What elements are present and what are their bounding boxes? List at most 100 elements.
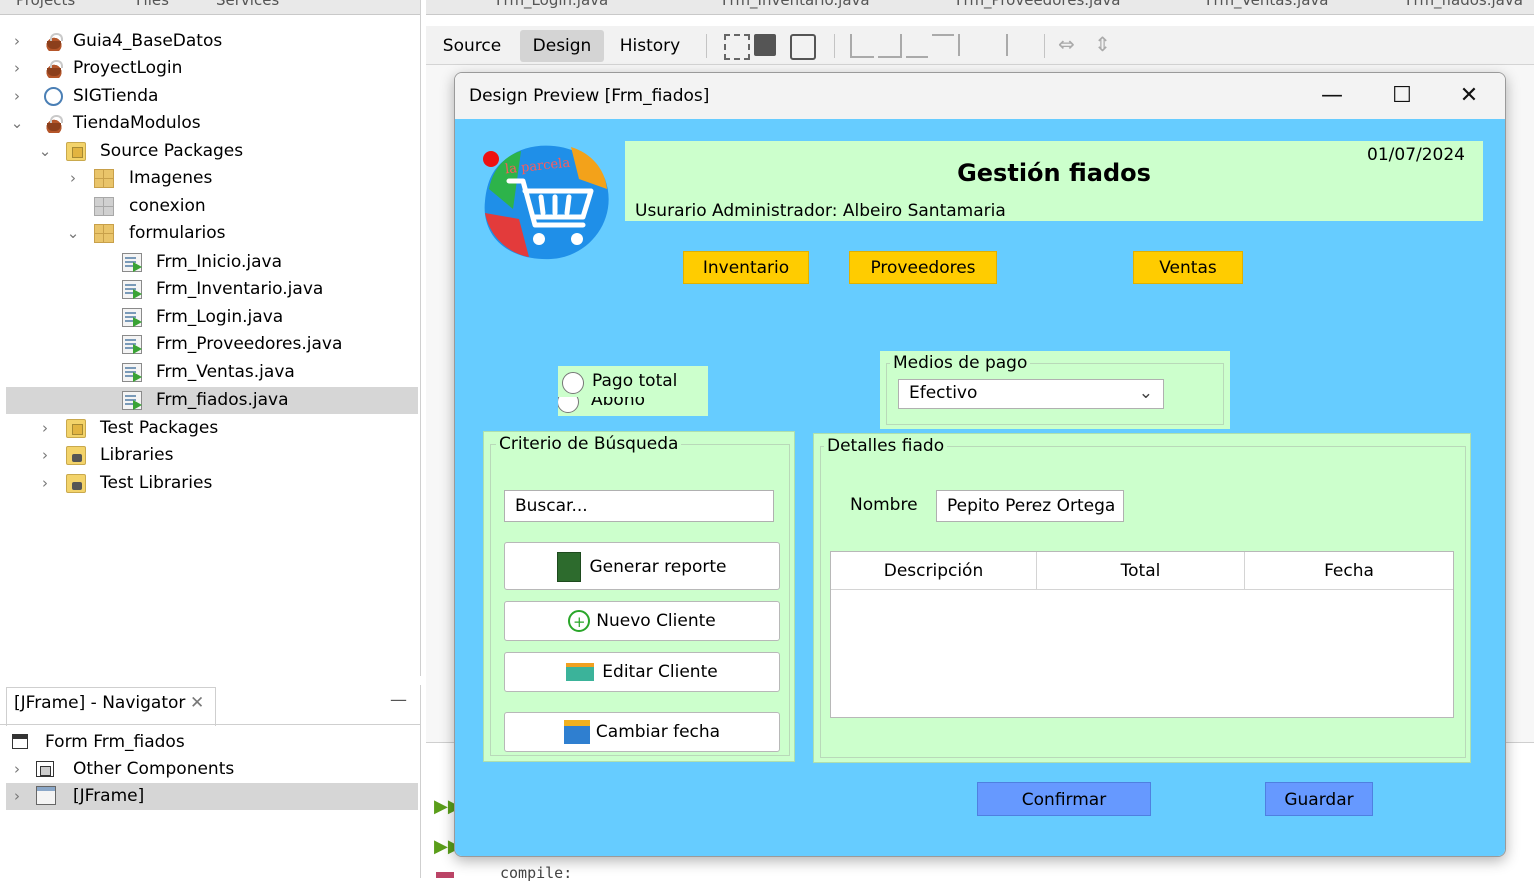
history-tab[interactable]: History bbox=[614, 30, 686, 62]
chevron-right-icon[interactable]: › bbox=[66, 165, 80, 192]
chevron-right-icon[interactable]: › bbox=[10, 28, 24, 55]
preview-design-icon[interactable] bbox=[790, 34, 816, 60]
save-button[interactable]: Guardar bbox=[1265, 782, 1373, 816]
align-left-icon[interactable] bbox=[850, 34, 874, 58]
loan-details-title: Detalles fiado bbox=[824, 436, 948, 456]
loan-details-group: Detalles fiado Nombre Pepito Perez Orteg… bbox=[813, 433, 1471, 763]
tree-item-source-packages[interactable]: ⌄ Source Packages bbox=[6, 138, 418, 165]
inventario-button[interactable]: Inventario bbox=[683, 251, 809, 284]
name-label: Nombre bbox=[850, 495, 918, 515]
selection-mode-icon[interactable] bbox=[724, 34, 750, 60]
tree-item-formularios[interactable]: ⌄ formularios bbox=[6, 220, 418, 247]
chevron-right-icon[interactable]: › bbox=[10, 83, 24, 110]
tree-item-test-packages[interactable]: › Test Packages bbox=[6, 415, 418, 442]
ventas-button[interactable]: Ventas bbox=[1133, 251, 1243, 284]
tree-label: Test Libraries bbox=[100, 473, 213, 493]
tree-item-proyectlogin[interactable]: › ProyectLogin bbox=[6, 55, 418, 82]
design-tab[interactable]: Design bbox=[520, 30, 604, 62]
tree-item-test-libraries[interactable]: › Test Libraries bbox=[6, 470, 418, 497]
align-center-icon[interactable] bbox=[906, 34, 928, 58]
search-criteria-group: Criterio de Búsqueda Buscar... Generar r… bbox=[483, 431, 795, 762]
new-client-button[interactable]: + Nuevo Cliente bbox=[504, 601, 780, 641]
name-field[interactable]: Pepito Perez Ortega bbox=[936, 490, 1124, 522]
radio-abono[interactable] bbox=[558, 397, 579, 413]
confirm-button[interactable]: Confirmar bbox=[977, 782, 1151, 816]
tree-item-frm-inventario[interactable]: Frm_Inventario.java bbox=[6, 276, 418, 303]
payment-method-select[interactable]: Efectivo ⌄ bbox=[898, 379, 1164, 409]
editor-tab[interactable]: Frm_fiados.java bbox=[1406, 0, 1523, 9]
column-header-description[interactable]: Descripción bbox=[831, 552, 1037, 590]
tree-item-frm-login[interactable]: Frm_Login.java bbox=[6, 304, 418, 331]
tree-item-frm-inicio[interactable]: Frm_Inicio.java bbox=[6, 249, 418, 276]
edit-client-button[interactable]: Editar Cliente bbox=[504, 652, 780, 692]
chevron-down-icon[interactable]: ⌄ bbox=[66, 220, 80, 247]
tree-item-conexion[interactable]: conexion bbox=[6, 193, 418, 220]
change-date-button[interactable]: Cambiar fecha bbox=[504, 712, 780, 752]
align-middle-icon[interactable] bbox=[984, 34, 1008, 56]
generate-report-button[interactable]: Generar reporte bbox=[504, 542, 780, 590]
horizontal-resize-icon[interactable]: ⇔ bbox=[1058, 32, 1075, 56]
tab-files[interactable]: Files bbox=[136, 0, 169, 9]
align-right-icon[interactable] bbox=[878, 34, 902, 58]
navigator-item-form[interactable]: Form Frm_fiados bbox=[6, 729, 418, 756]
connection-mode-icon[interactable] bbox=[754, 34, 776, 56]
abono-option[interactable]: Abono bbox=[558, 397, 708, 416]
navigator-item-jframe[interactable]: › [JFrame] bbox=[6, 783, 418, 810]
tree-item-frm-fiados[interactable]: Frm_fiados.java bbox=[6, 387, 418, 414]
tree-item-imagenes[interactable]: › Imagenes bbox=[6, 165, 418, 192]
tree-label: TiendaModulos bbox=[73, 113, 201, 133]
details-table[interactable]: Descripción Total Fecha bbox=[830, 551, 1454, 718]
tree-label: Frm_Ventas.java bbox=[156, 362, 295, 382]
proveedores-button[interactable]: Proveedores bbox=[849, 251, 997, 284]
java-form-icon bbox=[122, 391, 142, 410]
test-folder-icon bbox=[66, 419, 86, 438]
column-header-total[interactable]: Total bbox=[1037, 552, 1245, 590]
editor-tab[interactable]: Frm_Ventas.java bbox=[1206, 0, 1328, 9]
editor-tab[interactable]: Frm_Proveedores.java bbox=[956, 0, 1120, 9]
chevron-right-icon[interactable]: › bbox=[38, 442, 52, 469]
chevron-right-icon[interactable]: › bbox=[38, 415, 52, 442]
output-line: compile: bbox=[500, 864, 573, 882]
radio-pago-total[interactable] bbox=[562, 372, 584, 394]
navigator-item-other-components[interactable]: › Other Components bbox=[6, 756, 418, 783]
minimize-icon[interactable]: — bbox=[390, 690, 407, 710]
navigator-label: Form Frm_fiados bbox=[45, 732, 185, 752]
chevron-right-icon[interactable]: › bbox=[38, 470, 52, 497]
maximize-icon[interactable]: ☐ bbox=[1382, 81, 1422, 111]
column-header-date[interactable]: Fecha bbox=[1245, 552, 1453, 590]
tree-label: ProyectLogin bbox=[73, 58, 183, 78]
align-bottom-icon[interactable] bbox=[958, 34, 982, 56]
close-icon[interactable]: ✕ bbox=[1449, 81, 1489, 111]
tree-item-guia4[interactable]: › Guia4_BaseDatos bbox=[6, 28, 418, 55]
editor-tab[interactable]: Frm_Inventario.java bbox=[722, 0, 870, 9]
tree-item-frm-ventas[interactable]: Frm_Ventas.java bbox=[6, 359, 418, 386]
tree-label: Frm_Proveedores.java bbox=[156, 334, 343, 354]
editor-tab[interactable]: Frm_Login.java bbox=[496, 0, 608, 9]
chevron-right-icon[interactable]: › bbox=[10, 756, 24, 783]
source-tab[interactable]: Source bbox=[436, 30, 508, 62]
chevron-right-icon[interactable]: › bbox=[10, 55, 24, 82]
tree-item-tiendamodulos[interactable]: ⌄ TiendaModulos bbox=[6, 110, 418, 137]
tree-label: Frm_Login.java bbox=[156, 307, 284, 327]
navigator-divider bbox=[0, 724, 420, 725]
stop-icon[interactable] bbox=[436, 872, 454, 878]
vertical-resize-icon[interactable]: ⇕ bbox=[1094, 32, 1111, 56]
payment-type-radios: Pago total Abono bbox=[558, 366, 708, 416]
chevron-down-icon[interactable]: ⌄ bbox=[38, 138, 52, 165]
toolbar-separator bbox=[834, 34, 835, 58]
tab-services[interactable]: Services bbox=[216, 0, 279, 9]
edit-pencil-icon bbox=[566, 663, 595, 681]
tree-item-libraries[interactable]: › Libraries bbox=[6, 442, 418, 469]
search-input[interactable]: Buscar... bbox=[504, 490, 774, 522]
tree-item-frm-proveedores[interactable]: Frm_Proveedores.java bbox=[6, 331, 418, 358]
minimize-icon[interactable]: — bbox=[1312, 81, 1352, 111]
align-top-icon[interactable] bbox=[932, 34, 954, 58]
close-icon[interactable]: ✕ bbox=[190, 693, 204, 713]
chevron-down-icon[interactable]: ⌄ bbox=[10, 110, 24, 137]
tab-projects[interactable]: Projects bbox=[16, 0, 75, 9]
window-titlebar[interactable]: Design Preview [Frm_fiados] — ☐ ✕ bbox=[455, 73, 1505, 119]
window-title: Design Preview [Frm_fiados] bbox=[469, 86, 710, 106]
tree-item-sigtienda[interactable]: › SIGTienda bbox=[6, 83, 418, 110]
chevron-right-icon[interactable]: › bbox=[10, 783, 24, 810]
java-project-icon bbox=[44, 59, 64, 78]
